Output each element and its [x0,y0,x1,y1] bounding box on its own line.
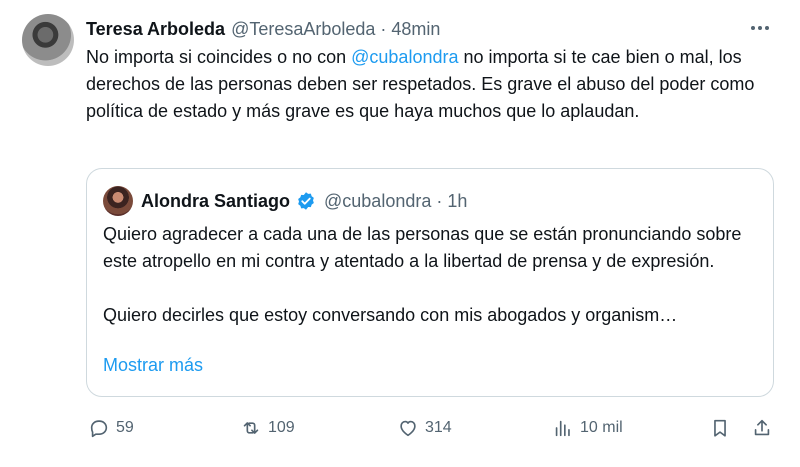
action-bar: 59 109 314 10 mil [86,412,786,444]
reply-button[interactable]: 59 [88,412,134,444]
tweet-header: Teresa Arboleda @TeresaArboleda · 48min [86,17,780,41]
repost-button[interactable]: 109 [240,412,295,444]
quoted-paragraph-2: Quiero decirles que estoy conversando co… [103,305,678,325]
repost-count: 109 [268,419,295,436]
tweet-text: No importa si coincides o no con @cubalo… [86,44,786,125]
views-button[interactable]: 10 mil [552,412,623,444]
reply-count: 59 [116,419,134,436]
bookmark-button[interactable] [709,412,731,444]
views-count: 10 mil [580,419,623,436]
quoted-author-avatar[interactable] [103,186,133,216]
like-icon [400,420,416,437]
show-more-link[interactable]: Mostrar más [103,355,203,376]
author-avatar[interactable] [22,14,74,66]
quoted-paragraph-1: Quiero agradecer a cada una de las perso… [103,224,742,271]
quoted-tweet-text: Quiero agradecer a cada una de las perso… [103,221,759,329]
quoted-author-name[interactable]: Alondra Santiago [141,191,290,212]
share-icon [754,419,770,436]
bookmark-icon [714,419,726,437]
author-handle-time[interactable]: @TeresaArboleda · 48min [231,19,440,40]
like-count: 314 [425,419,452,436]
mention-link[interactable]: @cubalondra [351,47,458,67]
tweet-text-before: No importa si coincides o no con [86,47,352,67]
views-icon [555,420,570,437]
repost-icon [243,422,259,434]
share-button[interactable] [751,412,773,444]
more-icon[interactable] [748,16,772,40]
quoted-tweet-card[interactable]: Alondra Santiago @cubalondra · 1h Quiero… [86,168,774,397]
quoted-author-handle-time[interactable]: @cubalondra · 1h [324,191,467,212]
quoted-tweet-header: Alondra Santiago @cubalondra · 1h [141,188,467,214]
reply-icon [90,420,108,438]
author-name[interactable]: Teresa Arboleda [86,19,225,40]
verified-icon [298,192,314,210]
like-button[interactable]: 314 [397,412,452,444]
